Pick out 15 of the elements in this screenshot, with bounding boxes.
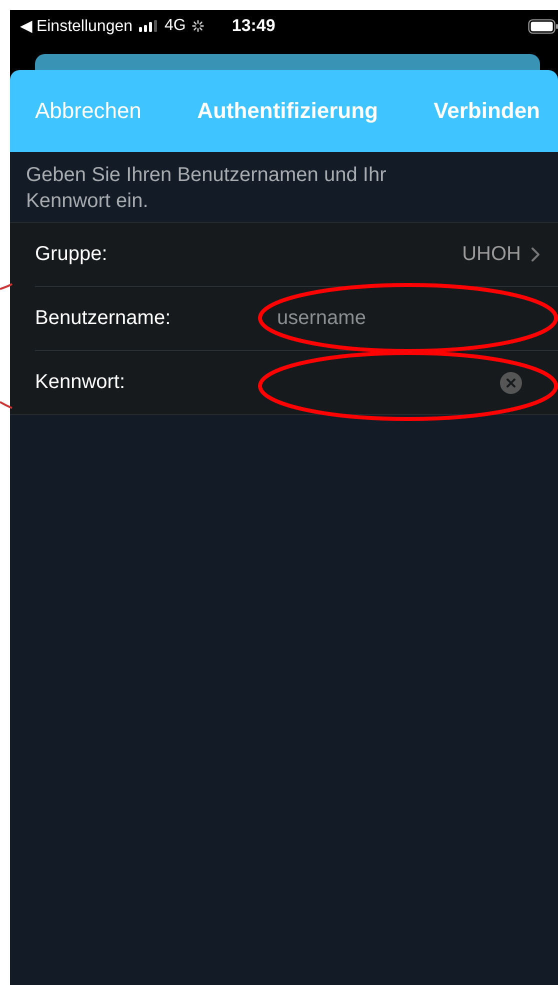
username-field[interactable]: username [277,307,540,330]
instruction-text: Geben Sie Ihren Benutzernamen und Ihr Kennwort ein. [25,163,388,214]
field-label: Benutzername: [35,307,172,330]
clear-icon[interactable] [500,372,522,394]
clock-time: 13:49 [232,16,276,36]
signal-icon [138,20,157,32]
sheet-title: Authentifizierung [197,98,378,124]
back-link[interactable]: ◀ Einstellungen [20,16,133,36]
field-label: Gruppe: [35,243,108,266]
field-label: Kennwort: [35,371,126,394]
group-value[interactable]: UHOH [462,243,521,266]
chevron-icon [531,247,540,262]
activity-spinner-icon [192,20,204,32]
network-label: 4G [164,17,186,35]
battery-icon [528,18,558,34]
